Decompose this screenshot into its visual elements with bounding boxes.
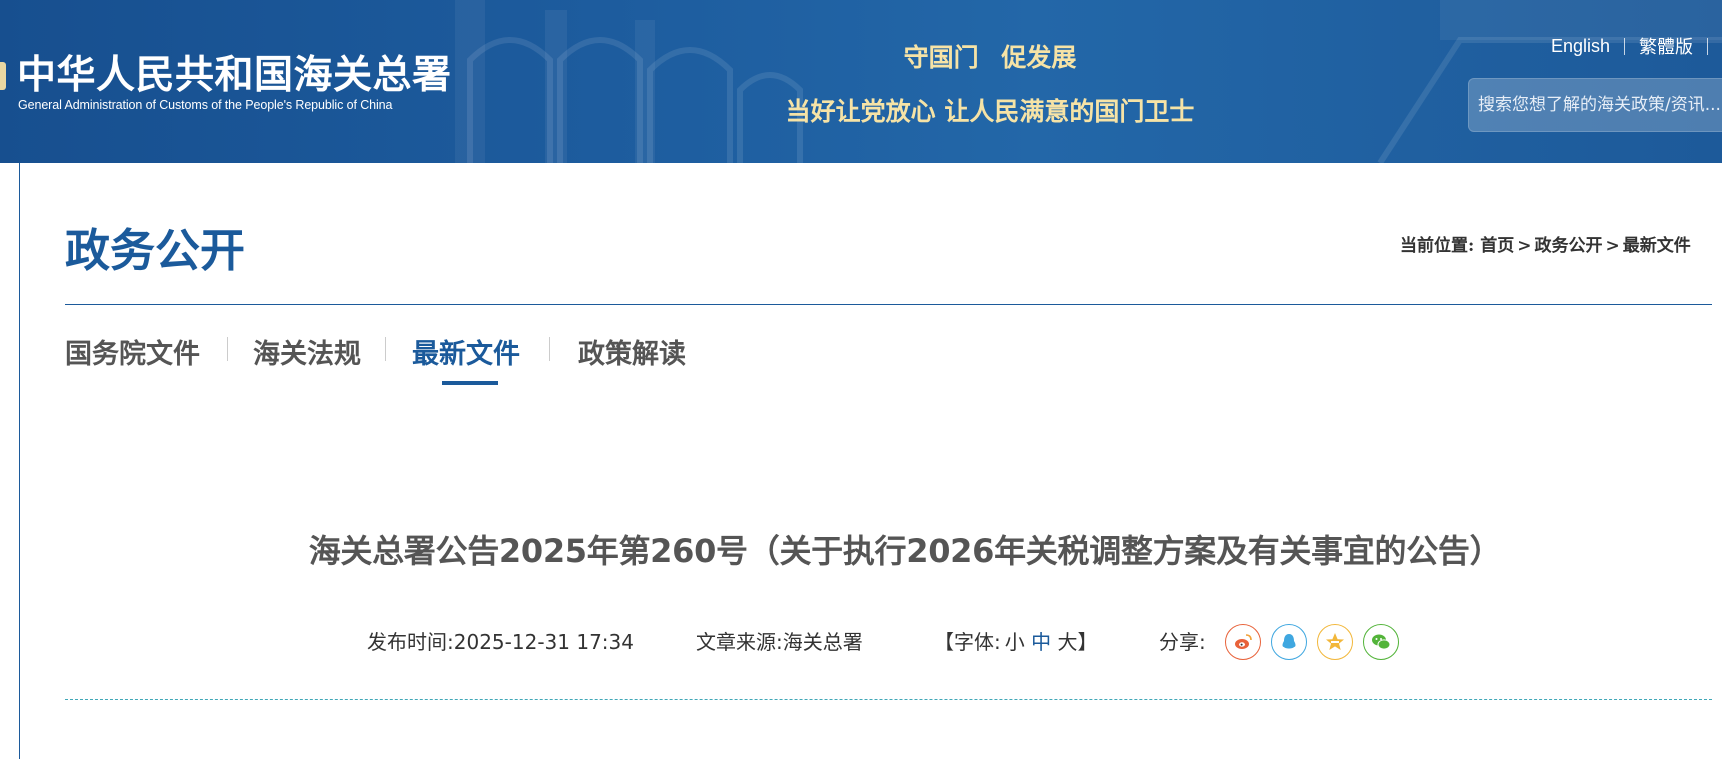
font-size-small[interactable]: 小	[1005, 630, 1025, 654]
qq-icon[interactable]	[1271, 624, 1307, 660]
tab-state-council-docs[interactable]: 国务院文件	[65, 332, 200, 371]
article-title: 海关总署公告2025年第260号（关于执行2026年关税调整方案及有关事宜的公告…	[308, 532, 1502, 570]
tab-divider	[549, 337, 550, 361]
site-logo-cn[interactable]: 中华人民共和国海关总署	[17, 44, 452, 100]
font-size-close: 】	[1077, 630, 1098, 654]
active-tab-indicator	[442, 381, 498, 385]
publish-time-label: 发布时间:	[367, 630, 454, 654]
lang-divider	[1707, 37, 1708, 55]
search-input[interactable]: 搜索您想了解的海关政策/资讯...	[1468, 78, 1722, 132]
tab-policy-interpretation[interactable]: 政策解读	[578, 332, 686, 371]
tab-divider	[385, 337, 386, 361]
article-header-divider	[65, 699, 1712, 700]
english-link[interactable]: English	[1551, 36, 1610, 57]
traditional-chinese-link[interactable]: 繁體版	[1639, 33, 1693, 59]
slogan-line-2: 当好让党放心 让人民满意的国门卫士	[785, 97, 1195, 126]
breadcrumb-home[interactable]: 首页	[1480, 236, 1514, 256]
weibo-icon[interactable]	[1225, 624, 1261, 660]
qzone-icon[interactable]	[1317, 624, 1353, 660]
tab-customs-regulations[interactable]: 海关法规	[253, 332, 361, 371]
publish-time-value: 2025-12-31 17:34	[453, 630, 634, 654]
site-logo-en[interactable]: General Administration of Customs of the…	[18, 98, 392, 112]
font-size-label: 【字体:	[934, 630, 1001, 654]
breadcrumb-gov-affairs[interactable]: 政务公开	[1535, 236, 1603, 256]
slogan-line-1: 守国门 促发展	[903, 43, 1077, 72]
lang-divider	[1624, 37, 1625, 55]
customs-emblem-icon	[0, 62, 6, 90]
site-header: 中华人民共和国海关总署 General Administration of Cu…	[0, 0, 1722, 163]
tab-latest-docs[interactable]: 最新文件	[412, 332, 520, 371]
title-divider	[65, 304, 1712, 305]
breadcrumb-latest-docs[interactable]: 最新文件	[1623, 236, 1691, 256]
tab-divider	[227, 337, 228, 361]
language-switcher: English 繁體版	[1551, 33, 1722, 59]
font-size-large[interactable]: 大	[1057, 630, 1077, 654]
breadcrumb-prefix: 当前位置:	[1400, 236, 1475, 256]
breadcrumb-separator: >	[1517, 236, 1532, 256]
font-size-medium[interactable]: 中	[1031, 630, 1051, 654]
article-source: 文章来源:海关总署	[696, 622, 863, 662]
wechat-icon[interactable]	[1363, 624, 1399, 660]
left-border-line	[19, 163, 20, 759]
breadcrumb-separator: >	[1605, 236, 1620, 256]
breadcrumb: 当前位置: 首页 > 政务公开 > 最新文件	[1400, 231, 1712, 256]
publish-time: 发布时间:2025-12-31 17:34	[367, 622, 634, 662]
source-value: 海关总署	[782, 630, 863, 654]
page-title: 政务公开	[65, 224, 246, 277]
source-label: 文章来源:	[696, 630, 783, 654]
font-size-switcher: 【字体: 小 中 大】	[934, 622, 1097, 662]
share-label: 分享:	[1159, 630, 1206, 654]
